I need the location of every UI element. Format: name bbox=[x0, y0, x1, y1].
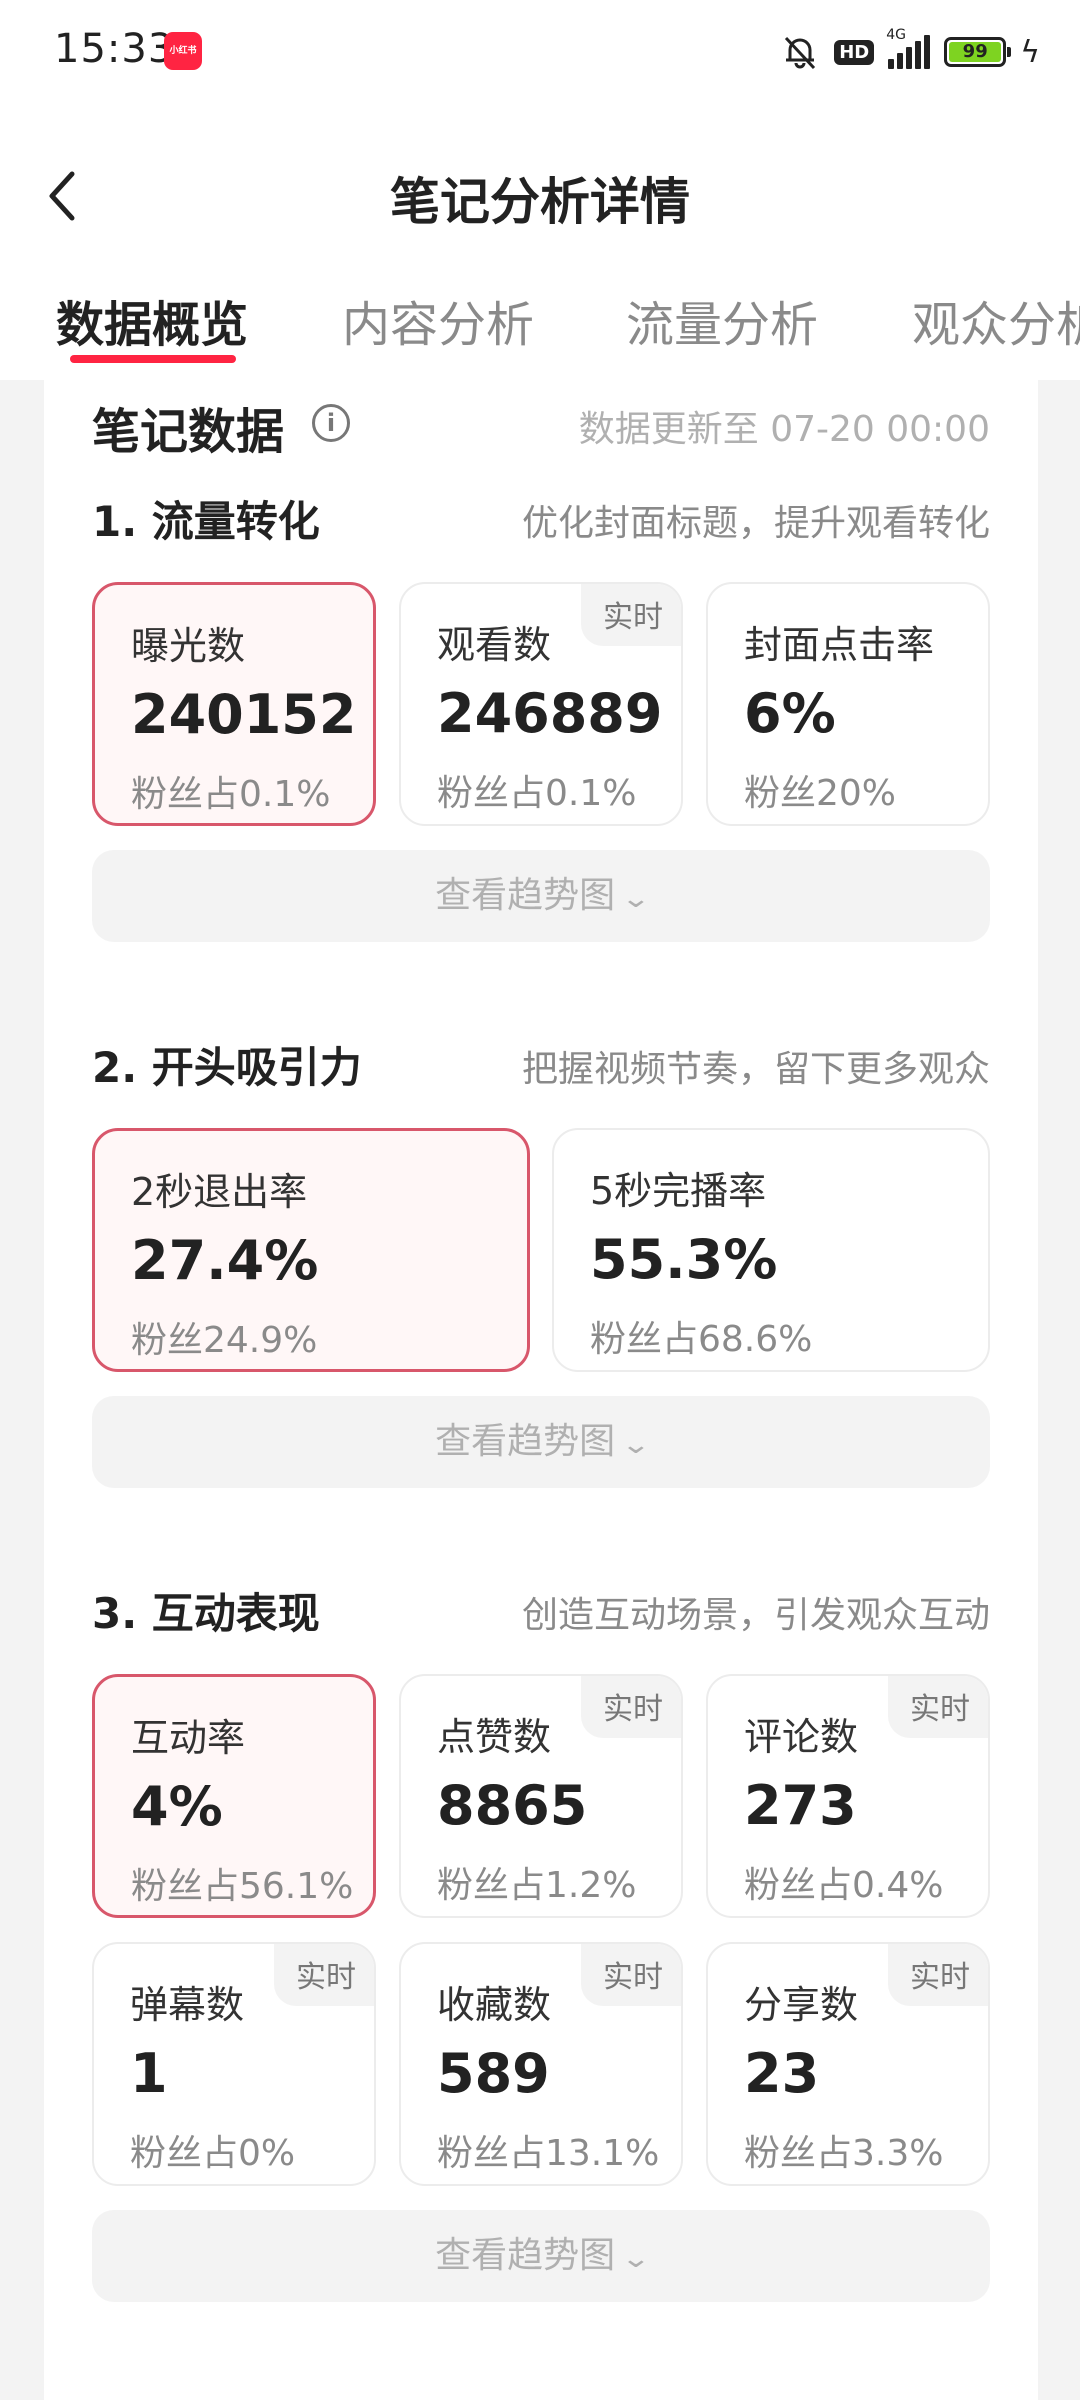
metric-fan-share: 粉丝占0.1% bbox=[131, 774, 331, 815]
metric-label: 收藏数 bbox=[437, 1983, 552, 2027]
view-trend-button-traffic[interactable]: 查看趋势图 ⌄ bbox=[92, 850, 990, 942]
metric-label: 弹幕数 bbox=[130, 1983, 245, 2027]
metric-value: 27.4% bbox=[131, 1229, 319, 1292]
metric-label: 点赞数 bbox=[437, 1715, 552, 1759]
tab-content-analysis[interactable]: 内容分析 bbox=[342, 285, 534, 355]
metric-value: 6% bbox=[744, 682, 836, 745]
chevron-down-icon: ⌄ bbox=[620, 884, 652, 914]
metric-fan-share: 粉丝占1.2% bbox=[437, 1865, 637, 1906]
realtime-badge: 实时 bbox=[581, 1676, 681, 1738]
metric-fan-share: 粉丝占13.1% bbox=[437, 2133, 660, 2174]
metric-label: 观看数 bbox=[437, 623, 552, 667]
trend-label: 查看趋势图 bbox=[435, 875, 616, 916]
view-trend-button-opening[interactable]: 查看趋势图 ⌄ bbox=[92, 1396, 990, 1488]
section-hint-interaction: 创造互动场景，引发观众互动 bbox=[521, 1595, 990, 1636]
battery-level: 99 bbox=[949, 42, 1002, 62]
metric-fan-share: 粉丝占0.4% bbox=[744, 1865, 944, 1906]
tab-overview[interactable]: 数据概览 bbox=[56, 285, 248, 355]
metric-label: 评论数 bbox=[744, 1715, 859, 1759]
section-hint-traffic: 优化封面标题，提升观看转化 bbox=[521, 503, 990, 544]
metric-fan-share: 粉丝占68.6% bbox=[590, 1319, 813, 1360]
bolt-icon: ϟ bbox=[1020, 34, 1040, 70]
note-data-title: 笔记数据 bbox=[92, 404, 285, 460]
mute-icon bbox=[780, 32, 820, 72]
info-icon[interactable]: i bbox=[312, 404, 350, 442]
metric-impressions[interactable]: 曝光数 240152 粉丝占0.1% bbox=[92, 582, 376, 826]
metric-comments[interactable]: 实时 评论数 273 粉丝占0.4% bbox=[706, 1674, 990, 1918]
metric-label: 5秒完播率 bbox=[590, 1169, 767, 1213]
note-data-card: 笔记数据 i 数据更新至 07-20 00:00 1. 流量转化 优化封面标题，… bbox=[44, 380, 1038, 2400]
realtime-badge: 实时 bbox=[274, 1944, 374, 2006]
app-notification-icon: 小红书 bbox=[164, 32, 202, 70]
metric-value: 273 bbox=[744, 1774, 857, 1837]
metric-label: 2秒退出率 bbox=[131, 1170, 308, 1214]
tab-bar: 数据概览 内容分析 流量分析 观众分析 bbox=[0, 275, 1080, 375]
metric-value: 1 bbox=[130, 2042, 168, 2105]
metric-interaction-rate[interactable]: 互动率 4% 粉丝占56.1% bbox=[92, 1674, 376, 1918]
trend-label: 查看趋势图 bbox=[435, 1421, 616, 1462]
metric-fan-share: 粉丝20% bbox=[744, 773, 897, 814]
metric-value: 55.3% bbox=[590, 1228, 778, 1291]
metric-label: 封面点击率 bbox=[744, 623, 935, 667]
status-time: 15:33 bbox=[54, 26, 175, 72]
metric-value: 589 bbox=[437, 2042, 550, 2105]
metric-fan-share: 粉丝24.9% bbox=[131, 1320, 318, 1361]
realtime-badge: 实时 bbox=[888, 1944, 988, 2006]
trend-label: 查看趋势图 bbox=[435, 2235, 616, 2276]
metric-fan-share: 粉丝占56.1% bbox=[131, 1866, 354, 1907]
realtime-badge: 实时 bbox=[888, 1676, 988, 1738]
section-title-interaction: 3. 互动表现 bbox=[92, 1589, 320, 1638]
tab-active-indicator bbox=[70, 355, 236, 363]
network-type: 4G bbox=[886, 27, 906, 43]
realtime-badge: 实时 bbox=[581, 584, 681, 646]
nav-bar: 笔记分析详情 bbox=[0, 140, 1080, 250]
battery-icon: 99 bbox=[944, 37, 1012, 67]
metric-danmaku[interactable]: 实时 弹幕数 1 粉丝占0% bbox=[92, 1942, 376, 2186]
metric-cover-ctr[interactable]: 封面点击率 6% 粉丝20% bbox=[706, 582, 990, 826]
chevron-down-icon: ⌄ bbox=[620, 1430, 652, 1460]
metric-label: 曝光数 bbox=[131, 624, 246, 668]
metric-value: 246889 bbox=[437, 682, 663, 745]
metric-5s-completion[interactable]: 5秒完播率 55.3% 粉丝占68.6% bbox=[552, 1128, 990, 1372]
metric-2s-exit-rate[interactable]: 2秒退出率 27.4% 粉丝24.9% bbox=[92, 1128, 530, 1372]
tab-audience-analysis[interactable]: 观众分析 bbox=[912, 285, 1080, 355]
metric-value: 4% bbox=[131, 1775, 223, 1838]
metric-fan-share: 粉丝占0% bbox=[130, 2133, 296, 2174]
section-title-traffic: 1. 流量转化 bbox=[92, 497, 320, 546]
metric-shares[interactable]: 实时 分享数 23 粉丝占3.3% bbox=[706, 1942, 990, 2186]
section-hint-opening: 把握视频节奏，留下更多观众 bbox=[521, 1049, 990, 1090]
update-time: 数据更新至 07-20 00:00 bbox=[578, 409, 990, 450]
chevron-down-icon: ⌄ bbox=[620, 2244, 652, 2274]
metric-fan-share: 粉丝占3.3% bbox=[744, 2133, 944, 2174]
metric-label: 互动率 bbox=[131, 1716, 246, 1760]
metric-fan-share: 粉丝占0.1% bbox=[437, 773, 637, 814]
metric-value: 240152 bbox=[131, 683, 357, 746]
metric-label: 分享数 bbox=[744, 1983, 859, 2027]
metric-value: 23 bbox=[744, 2042, 820, 2105]
signal-icon: 4G bbox=[886, 27, 931, 69]
hd-icon: HD bbox=[834, 39, 875, 65]
section-title-opening: 2. 开头吸引力 bbox=[92, 1043, 362, 1092]
status-icons: HD 4G 99 ϟ bbox=[780, 27, 1040, 74]
tab-traffic-analysis[interactable]: 流量分析 bbox=[626, 285, 818, 355]
status-bar: 15:33 小红书 HD 4G 99 ϟ bbox=[0, 0, 1080, 105]
realtime-badge: 实时 bbox=[581, 1944, 681, 2006]
metric-likes[interactable]: 实时 点赞数 8865 粉丝占1.2% bbox=[399, 1674, 683, 1918]
view-trend-button-interaction[interactable]: 查看趋势图 ⌄ bbox=[92, 2210, 990, 2302]
metric-value: 8865 bbox=[437, 1774, 588, 1837]
metric-favorites[interactable]: 实时 收藏数 589 粉丝占13.1% bbox=[399, 1942, 683, 2186]
metric-views[interactable]: 实时 观看数 246889 粉丝占0.1% bbox=[399, 582, 683, 826]
page-title: 笔记分析详情 bbox=[390, 173, 690, 231]
